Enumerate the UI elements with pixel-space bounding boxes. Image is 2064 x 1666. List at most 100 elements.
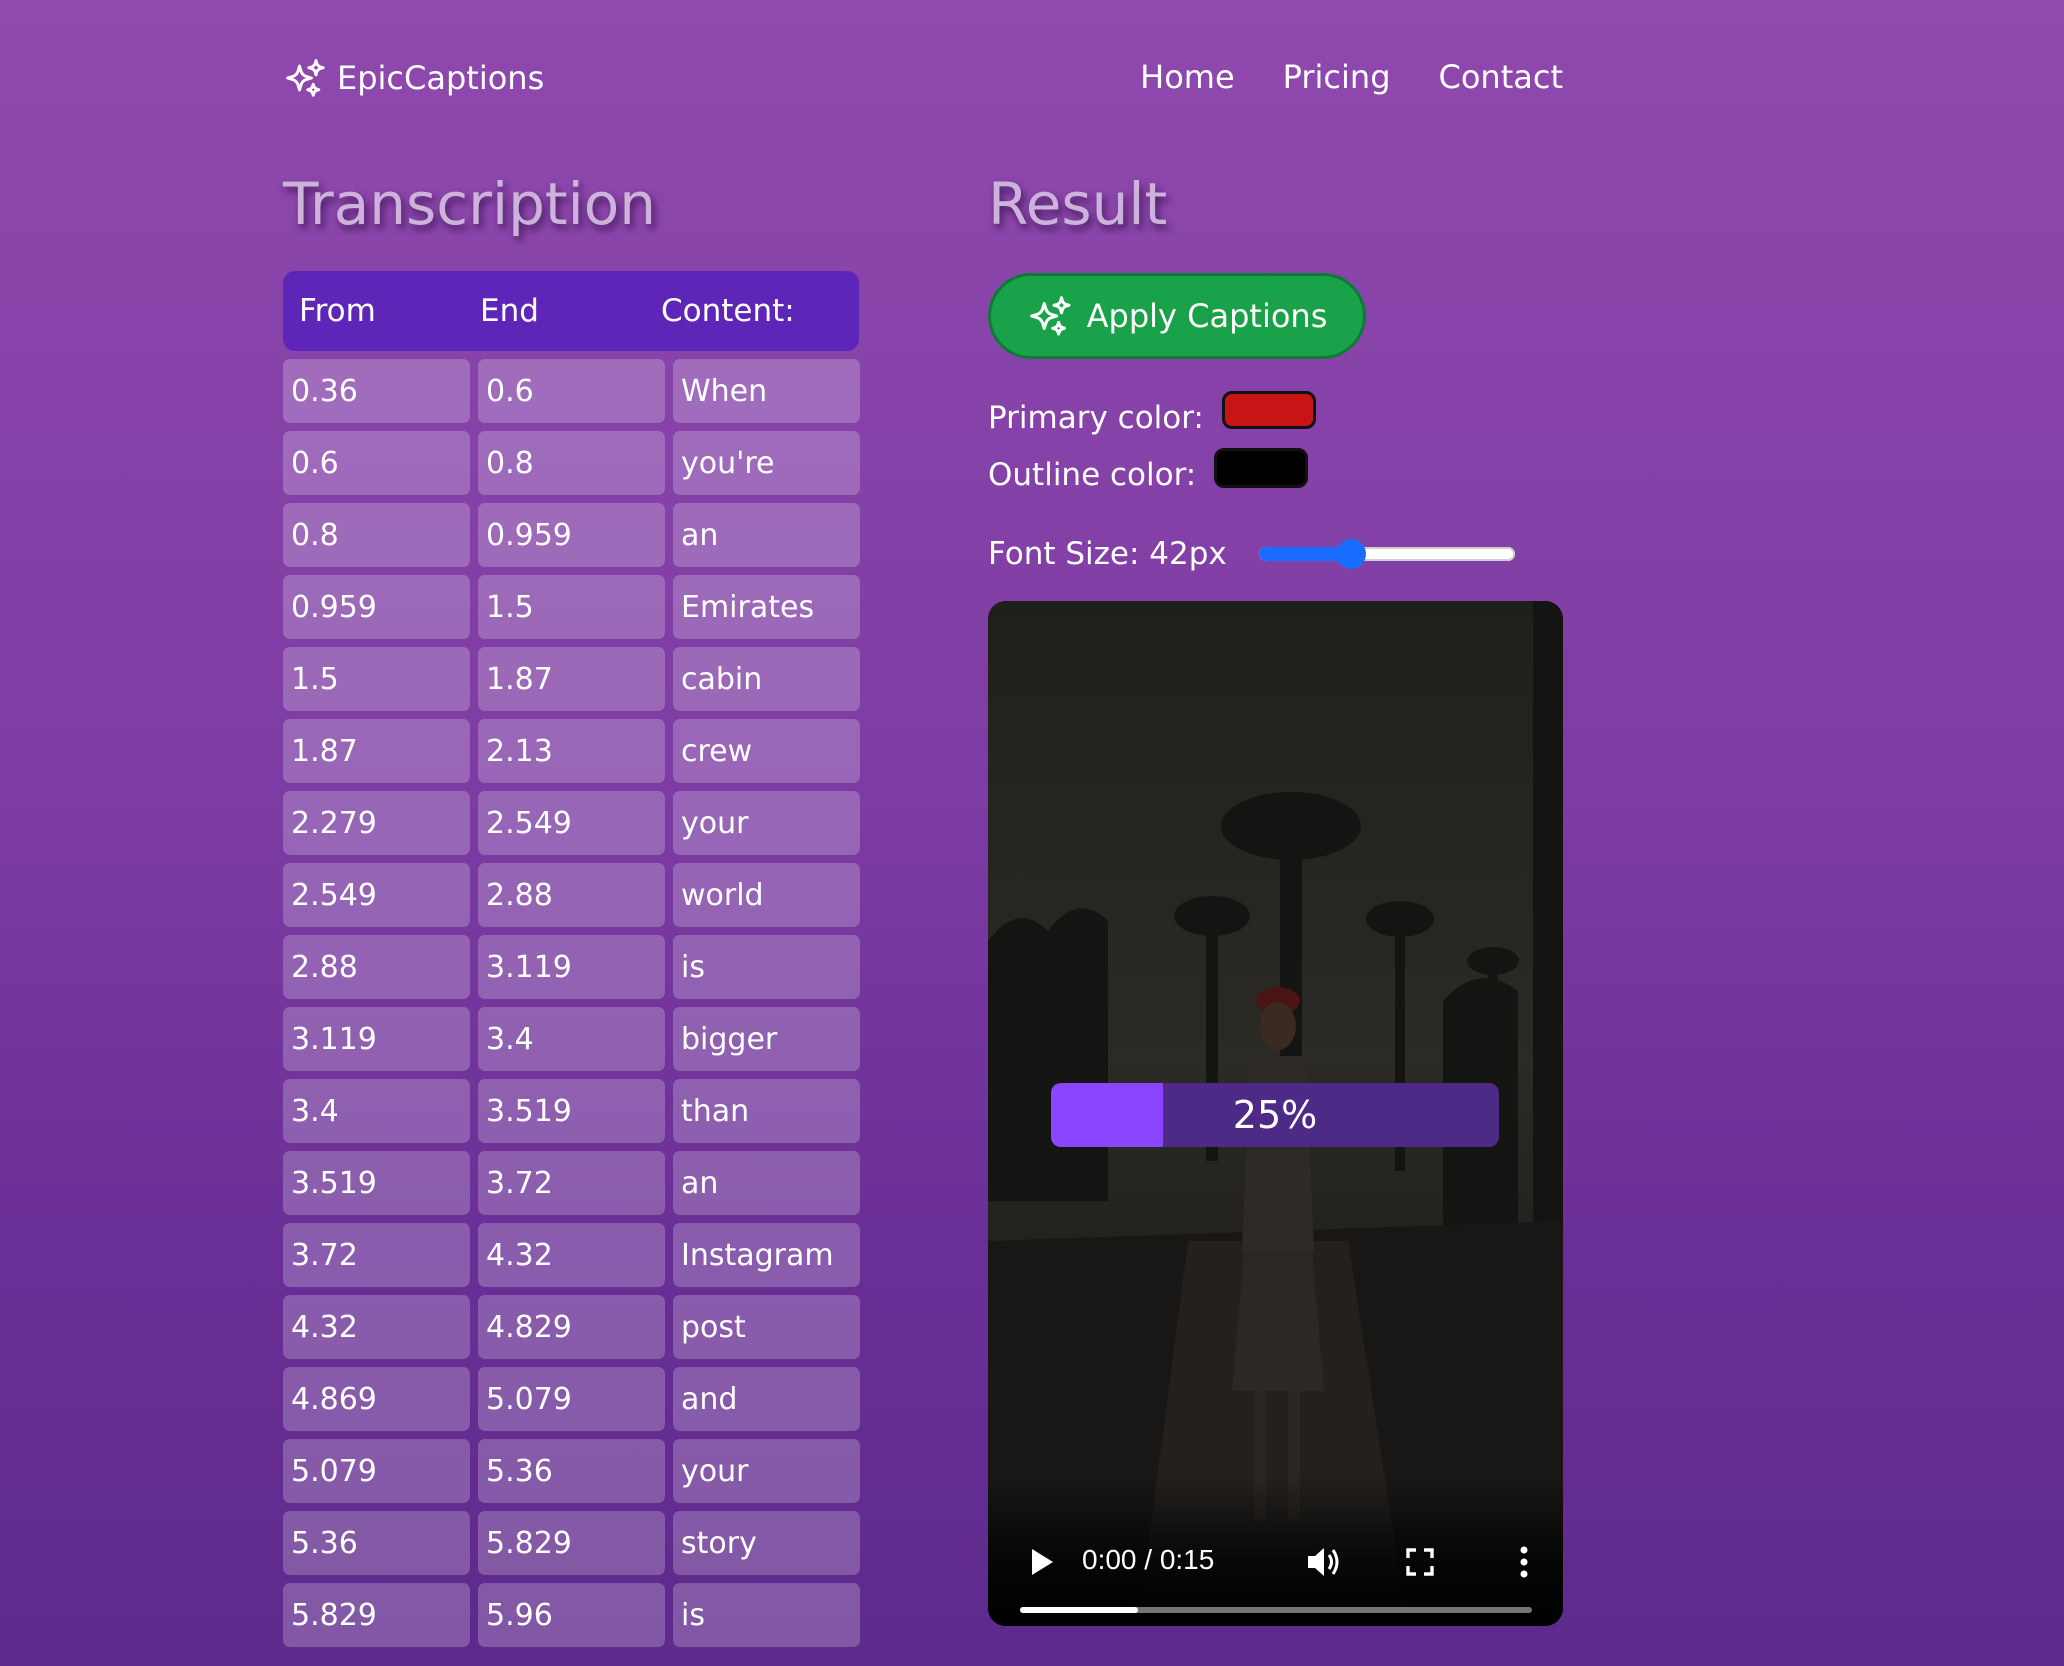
video-time: 0:00 / 0:15: [1082, 1544, 1215, 1575]
from-cell[interactable]: 3.72: [283, 1223, 470, 1287]
from-cell[interactable]: 0.6: [283, 431, 470, 495]
content-cell[interactable]: than: [673, 1079, 860, 1143]
from-cell[interactable]: 1.87: [283, 719, 470, 783]
table-header: From End Content:: [283, 271, 859, 351]
end-cell[interactable]: 1.5: [478, 575, 665, 639]
content-cell[interactable]: and: [673, 1367, 860, 1431]
sparkles-icon: [1027, 293, 1073, 339]
fullscreen-icon[interactable]: [1400, 1542, 1440, 1582]
nav-pricing[interactable]: Pricing: [1283, 58, 1391, 96]
from-cell[interactable]: 4.869: [283, 1367, 470, 1431]
play-icon[interactable]: [1022, 1542, 1062, 1582]
more-options-icon[interactable]: [1504, 1542, 1544, 1582]
content-cell[interactable]: your: [673, 791, 860, 855]
content-cell[interactable]: an: [673, 503, 860, 567]
end-cell[interactable]: 3.519: [478, 1079, 665, 1143]
end-cell[interactable]: 5.829: [478, 1511, 665, 1575]
progress-label: 25%: [1232, 1093, 1318, 1137]
font-size-row: Font Size: 42px: [988, 536, 1515, 572]
header-content: Content:: [661, 293, 795, 329]
content-cell[interactable]: you're: [673, 431, 860, 495]
table-row: 5.36 5.829 story: [283, 1511, 860, 1575]
end-cell[interactable]: 3.119: [478, 935, 665, 999]
table-row: 3.119 3.4 bigger: [283, 1007, 860, 1071]
end-cell[interactable]: 2.13: [478, 719, 665, 783]
nav-contact[interactable]: Contact: [1439, 58, 1564, 96]
table-row: 2.549 2.88 world: [283, 863, 860, 927]
video-player[interactable]: 25% 0:00 / 0:15: [988, 601, 1563, 1626]
volume-icon[interactable]: [1304, 1542, 1344, 1582]
content-cell[interactable]: Emirates: [673, 575, 860, 639]
content-cell[interactable]: bigger: [673, 1007, 860, 1071]
end-cell[interactable]: 4.829: [478, 1295, 665, 1359]
end-cell[interactable]: 3.72: [478, 1151, 665, 1215]
from-cell[interactable]: 2.549: [283, 863, 470, 927]
nav-home[interactable]: Home: [1140, 58, 1235, 96]
slider-thumb[interactable]: [1335, 539, 1366, 569]
brand-name: EpicCaptions: [337, 59, 545, 97]
video-controls: 0:00 / 0:15: [988, 1476, 1563, 1626]
header-end: End: [480, 293, 539, 329]
end-cell[interactable]: 0.959: [478, 503, 665, 567]
primary-color-swatch[interactable]: [1221, 391, 1316, 429]
primary-color-row: Primary color:: [988, 391, 1316, 436]
content-cell[interactable]: Instagram: [673, 1223, 860, 1287]
font-size-slider[interactable]: [1258, 539, 1515, 569]
video-scrubber[interactable]: [1020, 1607, 1532, 1613]
end-cell[interactable]: 5.36: [478, 1439, 665, 1503]
from-cell[interactable]: 3.519: [283, 1151, 470, 1215]
table-row: 0.8 0.959 an: [283, 503, 860, 567]
content-cell[interactable]: is: [673, 935, 860, 999]
header-from: From: [299, 293, 376, 329]
from-cell[interactable]: 3.4: [283, 1079, 470, 1143]
from-cell[interactable]: 0.36: [283, 359, 470, 423]
from-cell[interactable]: 3.119: [283, 1007, 470, 1071]
end-cell[interactable]: 1.87: [478, 647, 665, 711]
end-cell[interactable]: 0.6: [478, 359, 665, 423]
table-row: 0.36 0.6 When: [283, 359, 860, 423]
table-row: 1.5 1.87 cabin: [283, 647, 860, 711]
table-row: 3.4 3.519 than: [283, 1079, 860, 1143]
outline-color-label: Outline color:: [988, 457, 1197, 493]
top-nav: Home Pricing Contact: [1140, 58, 1563, 96]
content-cell[interactable]: cabin: [673, 647, 860, 711]
font-size-label: Font Size: 42px: [988, 536, 1227, 572]
content-cell[interactable]: post: [673, 1295, 860, 1359]
table-row: 4.32 4.829 post: [283, 1295, 860, 1359]
content-cell[interactable]: crew: [673, 719, 860, 783]
from-cell[interactable]: 2.279: [283, 791, 470, 855]
content-cell[interactable]: When: [673, 359, 860, 423]
from-cell[interactable]: 2.88: [283, 935, 470, 999]
end-cell[interactable]: 5.079: [478, 1367, 665, 1431]
end-cell[interactable]: 3.4: [478, 1007, 665, 1071]
outline-color-swatch[interactable]: [1214, 448, 1309, 488]
content-cell[interactable]: an: [673, 1151, 860, 1215]
content-cell[interactable]: is: [673, 1583, 860, 1647]
table-row: 3.72 4.32 Instagram: [283, 1223, 860, 1287]
from-cell[interactable]: 0.959: [283, 575, 470, 639]
apply-captions-label: Apply Captions: [1086, 297, 1328, 335]
transcription-title: Transcription: [283, 170, 657, 238]
content-cell[interactable]: story: [673, 1511, 860, 1575]
content-cell[interactable]: world: [673, 863, 860, 927]
table-row: 1.87 2.13 crew: [283, 719, 860, 783]
end-cell[interactable]: 5.96: [478, 1583, 665, 1647]
table-row: 5.829 5.96 is: [283, 1583, 860, 1647]
from-cell[interactable]: 0.8: [283, 503, 470, 567]
end-cell[interactable]: 2.549: [478, 791, 665, 855]
from-cell[interactable]: 5.36: [283, 1511, 470, 1575]
from-cell[interactable]: 4.32: [283, 1295, 470, 1359]
apply-captions-button[interactable]: Apply Captions: [988, 273, 1366, 359]
scrubber-buffered: [1020, 1607, 1138, 1613]
from-cell[interactable]: 5.829: [283, 1583, 470, 1647]
from-cell[interactable]: 1.5: [283, 647, 470, 711]
transcription-table: From End Content: 0.36 0.6 When 0.6 0.8 you'r…: [283, 271, 860, 1647]
brand-logo[interactable]: EpicCaptions: [283, 56, 544, 100]
table-row: 4.869 5.079 and: [283, 1367, 860, 1431]
content-cell[interactable]: your: [673, 1439, 860, 1503]
end-cell[interactable]: 2.88: [478, 863, 665, 927]
from-cell[interactable]: 5.079: [283, 1439, 470, 1503]
caption-progress-bar: 25%: [1051, 1083, 1499, 1147]
end-cell[interactable]: 4.32: [478, 1223, 665, 1287]
end-cell[interactable]: 0.8: [478, 431, 665, 495]
